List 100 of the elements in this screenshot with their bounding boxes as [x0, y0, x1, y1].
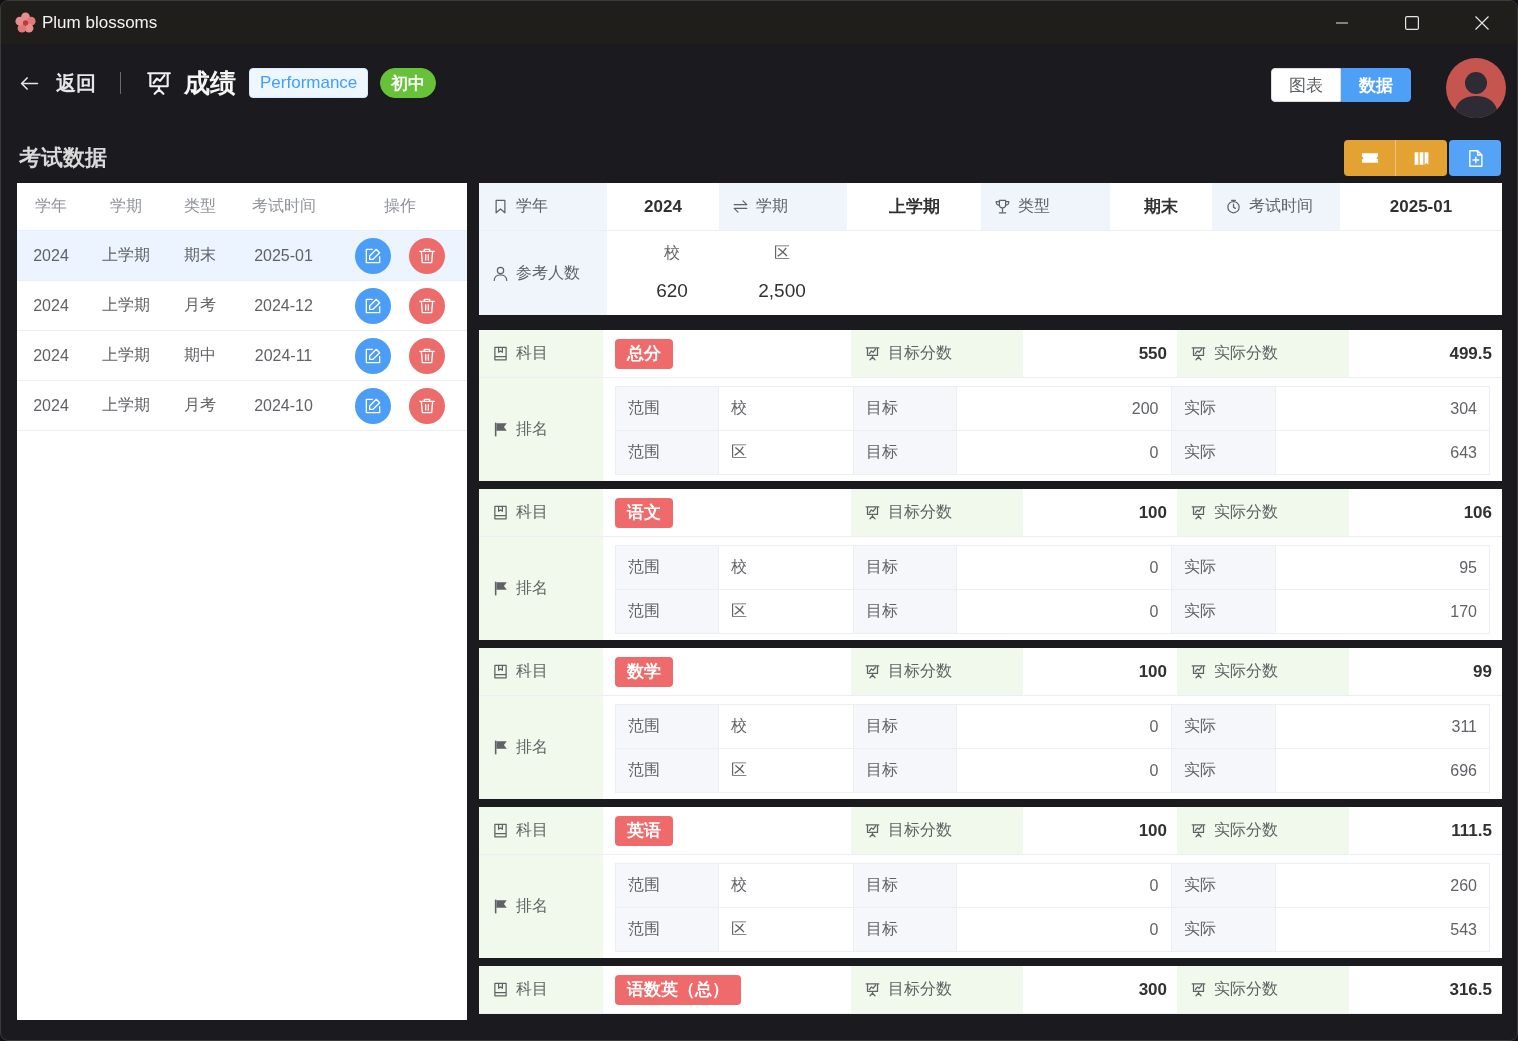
table-row[interactable]: 2024 上学期 月考 2024-12 — [17, 281, 467, 331]
rank-value: 696 — [1450, 761, 1477, 780]
rank-value: 95 — [1459, 558, 1477, 577]
rank-scope: 区 — [731, 919, 747, 939]
window-title: Plum blossoms — [42, 12, 158, 33]
rank-value: 200 — [1131, 399, 1159, 418]
semester: 上学期 — [101, 295, 150, 315]
ticket-icon — [1361, 150, 1378, 166]
flower-icon — [15, 12, 36, 33]
rank-label: 实际 — [1183, 601, 1216, 621]
bookmark-icon — [493, 199, 508, 214]
edit-icon — [365, 347, 381, 364]
rank-label: 实际 — [1183, 398, 1216, 418]
subject-tag: 数学 — [615, 656, 673, 687]
trash-icon — [419, 397, 435, 414]
field-label: 排名 — [516, 419, 548, 439]
rank-value: 643 — [1450, 443, 1477, 462]
presentation-icon — [1191, 346, 1206, 361]
field-label: 科目 — [516, 820, 548, 840]
rank-scope: 区 — [731, 760, 747, 780]
school-year: 2024 — [33, 346, 69, 365]
rank-label: 目标 — [866, 557, 898, 577]
rank-value: 0 — [1149, 558, 1159, 577]
exam-type: 月考 — [184, 295, 216, 315]
field-label: 实际分数 — [1214, 502, 1278, 522]
rank-label: 目标 — [866, 601, 898, 621]
section-title: 考试数据 — [19, 144, 107, 172]
rank-label: 目标 — [866, 716, 898, 736]
field-label: 实际分数 — [1214, 820, 1278, 840]
flag-icon — [493, 740, 508, 755]
notebook-icon — [493, 664, 508, 679]
rank-label: 范围 — [628, 601, 660, 621]
rank-value: 0 — [1149, 717, 1159, 736]
user-icon — [493, 265, 508, 281]
score-value: 100 — [1138, 661, 1167, 682]
presentation-icon — [865, 823, 880, 838]
edit-button[interactable] — [355, 387, 391, 424]
edit-button[interactable] — [355, 287, 391, 324]
add-file-button[interactable] — [1449, 140, 1501, 176]
tool-button[interactable] — [1344, 140, 1395, 176]
field-value: 2024 — [644, 196, 682, 217]
field-label: 科目 — [516, 979, 548, 999]
exam-type: 月考 — [184, 395, 216, 415]
rank-label: 范围 — [628, 557, 660, 577]
rank-label: 实际 — [1183, 760, 1216, 780]
timer-icon — [1226, 199, 1241, 214]
field-label: 目标分数 — [888, 661, 952, 681]
semester: 上学期 — [101, 245, 150, 265]
edit-button[interactable] — [355, 237, 391, 274]
table-row[interactable]: 2024 上学期 期中 2024-11 — [17, 331, 467, 381]
school-year: 2024 — [33, 296, 69, 315]
rank-value: 311 — [1451, 717, 1477, 736]
subject-tag: 英语 — [615, 815, 673, 846]
rank-value: 0 — [1149, 602, 1159, 621]
back-button[interactable]: 返回 — [20, 68, 96, 98]
column-header: 考试时间 — [251, 196, 316, 216]
rank-value: 304 — [1450, 399, 1477, 418]
scope-label: 校 — [664, 243, 680, 263]
field-label: 实际分数 — [1214, 661, 1278, 681]
edit-button[interactable] — [355, 337, 391, 374]
school-year: 2024 — [33, 396, 69, 415]
notebook-icon — [493, 346, 508, 361]
delete-button[interactable] — [409, 237, 445, 274]
tool-button[interactable] — [1395, 140, 1447, 176]
trash-icon — [419, 297, 435, 314]
column-header: 操作 — [384, 196, 416, 216]
avatar-icon[interactable] — [1446, 58, 1506, 118]
exam-type: 期中 — [184, 345, 216, 365]
field-label: 类型 — [1018, 196, 1050, 216]
view-tab[interactable]: 图表 — [1271, 68, 1341, 102]
delete-button[interactable] — [409, 287, 445, 324]
rank-value: 0 — [1149, 876, 1159, 895]
field-label: 目标分数 — [888, 820, 952, 840]
delete-button[interactable] — [409, 337, 445, 374]
count-value: 620 — [656, 279, 688, 303]
flag-icon — [493, 581, 508, 596]
field-value: 上学期 — [888, 196, 940, 218]
swap-icon — [733, 199, 748, 214]
exam-date: 2025-01 — [254, 246, 313, 265]
column-header: 学期 — [109, 196, 142, 216]
column-header: 类型 — [184, 196, 216, 216]
rank-scope: 校 — [731, 875, 747, 895]
presentation-icon — [865, 505, 880, 520]
edit-icon — [365, 297, 381, 314]
field-label: 排名 — [516, 896, 548, 916]
maximize-icon — [1405, 15, 1419, 30]
minimize-icon — [1336, 21, 1348, 24]
score-value: 106 — [1463, 502, 1492, 523]
score-value: 99 — [1473, 661, 1492, 682]
table-row[interactable]: 2024 上学期 期末 2025-01 — [17, 231, 467, 281]
trash-icon — [419, 247, 435, 264]
rank-scope: 校 — [731, 716, 747, 736]
field-value: 2025-01 — [1389, 196, 1453, 217]
table-row[interactable]: 2024 上学期 月考 2024-10 — [17, 381, 467, 431]
presentation-icon — [1191, 982, 1206, 997]
rank-label: 目标 — [866, 919, 898, 939]
delete-button[interactable] — [409, 387, 445, 424]
rank-label: 实际 — [1183, 716, 1216, 736]
rank-scope: 区 — [731, 601, 747, 621]
rank-label: 实际 — [1183, 919, 1216, 939]
